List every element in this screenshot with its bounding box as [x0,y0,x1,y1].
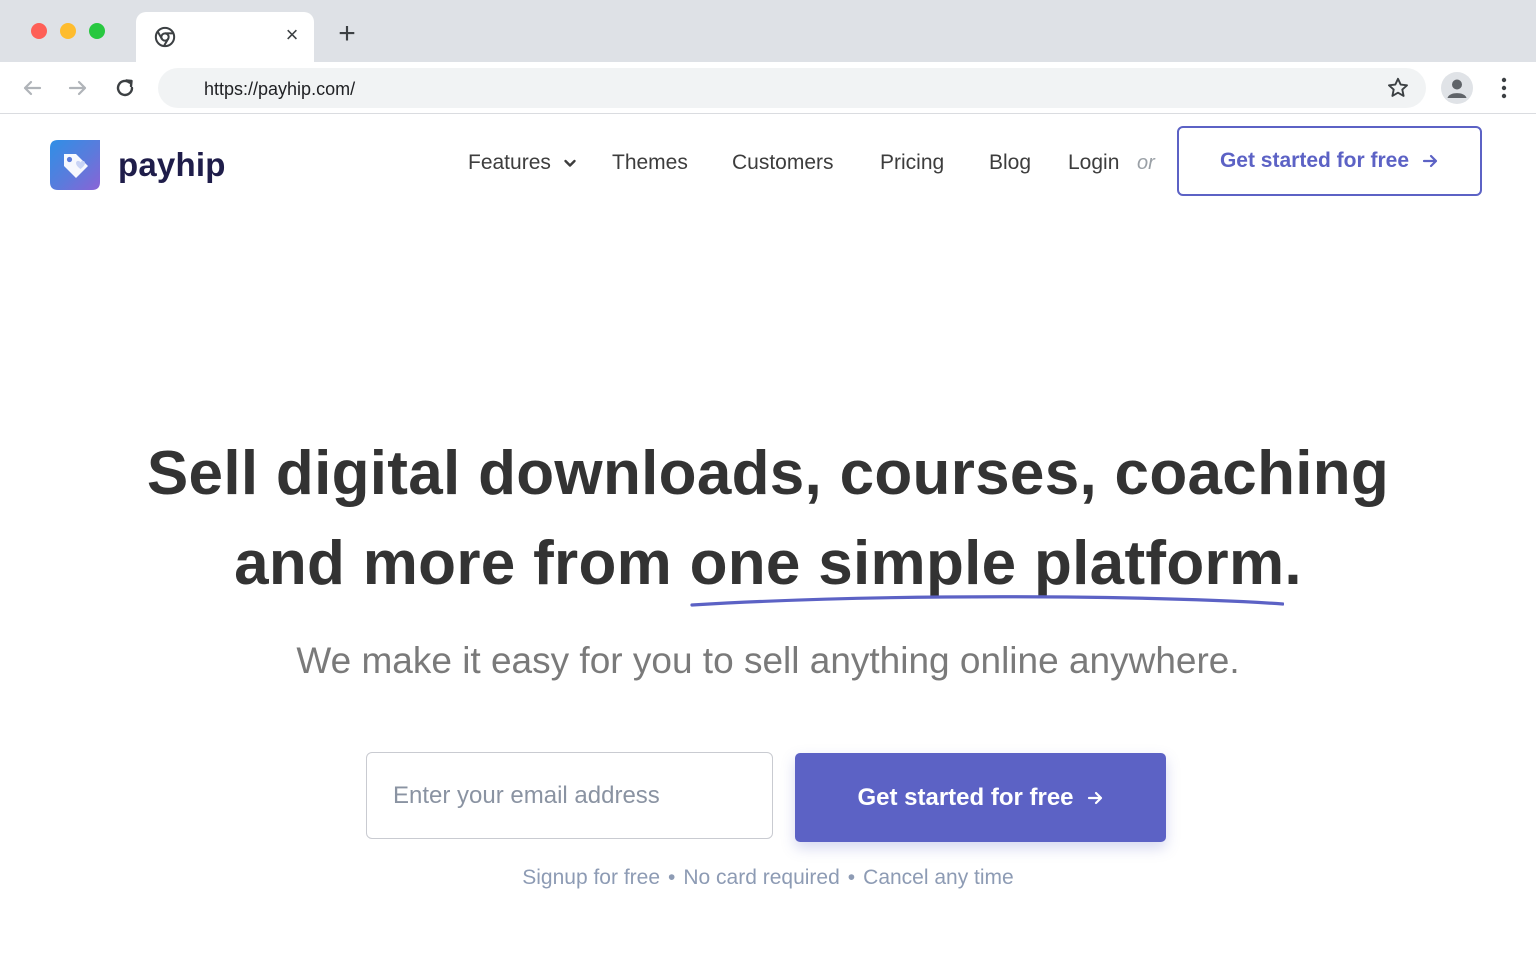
header-get-started-button[interactable]: Get started for free [1177,126,1482,196]
tab-close-icon[interactable]: × [281,24,303,46]
hero-headline-line-1: Sell digital downloads, courses, coachin… [146,439,1390,508]
site-header: payhip Features Themes Customers Pricing… [0,115,1536,210]
new-tab-button[interactable]: + [334,19,360,49]
maximize-window-button[interactable] [89,23,105,39]
hand-drawn-underline [689,595,1284,607]
arrow-right-icon [1422,154,1438,168]
nav-features[interactable]: Features [468,148,577,178]
payhip-logo[interactable]: payhip [50,140,226,190]
perk-separator: • [668,866,676,889]
hero-headline-suffix: . [1284,529,1302,598]
perk-item: Cancel any time [863,866,1014,889]
hero-headline-highlight: one simple platform [689,528,1285,607]
email-input[interactable] [366,752,773,839]
hero-headline-prefix: and more from [234,529,690,598]
chevron-down-icon [564,160,576,168]
profile-button[interactable] [1441,72,1473,104]
hero-get-started-button[interactable]: Get started for free [795,753,1166,842]
logo-text: payhip [118,146,226,183]
nav-login[interactable]: Login [1068,148,1119,178]
close-window-button[interactable] [31,23,47,39]
browser-toolbar: https://payhip.com/ [0,62,1536,114]
url-text[interactable]: https://payhip.com/ [204,78,355,100]
nav-blog[interactable]: Blog [989,148,1031,178]
minimize-window-button[interactable] [60,23,76,39]
header-get-started-label: Get started for free [1219,149,1410,172]
star-icon[interactable] [1386,76,1410,100]
back-button[interactable] [18,74,46,102]
nav-customers[interactable]: Customers [732,148,834,178]
browser-tab[interactable]: × [136,12,314,62]
perk-separator: • [847,866,856,889]
profile-icon [1447,79,1467,98]
arrow-right-icon [1087,791,1102,804]
forward-button[interactable] [64,74,92,102]
nav-or-text: or [1137,152,1155,174]
hero-get-started-label: Get started for free [857,783,1074,811]
nav-pricing[interactable]: Pricing [880,148,944,178]
hero-subheadline: We make it easy for you to sell anything… [296,640,1240,681]
payhip-logo-icon [50,140,100,190]
hero-headline-underlined: one simple platform [689,529,1285,598]
forward-arrow-icon [68,80,87,96]
nav-themes[interactable]: Themes [612,148,688,178]
hero-perks: Signup for free • No card required • Cancel … [0,866,1536,890]
nav-features-label: Features [468,151,551,174]
perk-item: No card required [683,866,840,889]
reload-icon [116,79,134,97]
kebab-menu-icon[interactable] [1492,74,1516,102]
address-bar[interactable]: https://payhip.com/ [158,68,1426,108]
reload-button[interactable] [111,74,139,102]
perk-item: Signup for free [522,866,661,889]
browser-tab-bar: × + [0,0,1536,62]
hero-headline-line-2: and more from one simple platform. [0,528,1536,607]
back-arrow-icon [23,80,42,96]
chrome-icon [154,26,176,48]
